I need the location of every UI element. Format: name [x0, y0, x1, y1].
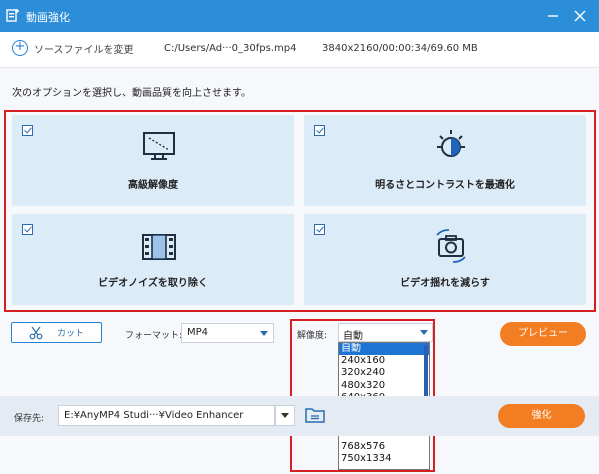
stabilize-label: ビデオ揺れを減らす	[400, 278, 490, 289]
option-brightness[interactable]: 明るさとコントラストを最適化	[304, 115, 586, 206]
monitor-upscale-icon	[143, 132, 175, 160]
brightness-icon	[437, 130, 465, 157]
upscale-label: 高級解像度	[128, 180, 178, 191]
film-strip-icon	[142, 234, 176, 260]
chevron-down-icon	[260, 331, 268, 336]
chevron-down-icon	[281, 413, 289, 418]
resolution-option[interactable]: 768x576	[339, 441, 429, 453]
save-path-dropdown[interactable]	[275, 405, 295, 426]
cut-button[interactable]: カット	[11, 322, 102, 343]
upscale-checkbox[interactable]	[22, 125, 33, 136]
stabilize-checkbox[interactable]	[314, 224, 325, 235]
resolution-select[interactable]: 自動	[338, 323, 433, 342]
save-path-value: E:¥AnyMP4 Studi···¥Video Enhancer	[64, 410, 244, 421]
save-location-label: 保存先:	[14, 414, 45, 424]
option-denoise[interactable]: ビデオノイズを取り除く	[12, 214, 294, 305]
resolution-option[interactable]: 320x240	[339, 367, 429, 379]
option-stabilize[interactable]: ビデオ揺れを減らす	[304, 214, 586, 305]
window-title: 動画強化	[26, 11, 70, 24]
preview-button[interactable]: プレビュー	[500, 322, 586, 346]
file-info: 3840x2160/00:00:34/69.60 MB	[322, 43, 478, 54]
brightness-label: 明るさとコントラストを最適化	[375, 180, 515, 191]
enhance-button[interactable]: 強化	[498, 404, 585, 428]
title-bar: 動画強化	[0, 0, 599, 32]
open-folder-icon[interactable]	[305, 406, 325, 424]
app-icon	[6, 9, 19, 22]
format-label: フォーマット:	[125, 331, 183, 341]
close-icon[interactable]	[570, 6, 590, 26]
resolution-label: 解像度:	[297, 331, 328, 341]
camera-rotate-icon	[436, 229, 466, 263]
option-upscale[interactable]: 高級解像度	[12, 115, 294, 206]
change-source-button[interactable]: + ソースファイルを変更	[12, 40, 134, 56]
brightness-checkbox[interactable]	[314, 125, 325, 136]
file-path: C:/Users/Ad···0_30fps.mp4	[164, 43, 297, 54]
scissors-icon	[29, 326, 43, 339]
chevron-down-icon	[420, 330, 428, 335]
plus-circle-icon: +	[12, 40, 28, 56]
save-path-field[interactable]: E:¥AnyMP4 Studi···¥Video Enhancer	[58, 405, 275, 426]
change-source-label: ソースファイルを変更	[34, 44, 134, 56]
resolution-option[interactable]: 自動	[339, 343, 429, 356]
denoise-checkbox[interactable]	[22, 224, 33, 235]
denoise-label: ビデオノイズを取り除く	[98, 278, 208, 289]
resolution-option[interactable]: 240x160	[339, 355, 429, 367]
resolution-option[interactable]: 750x1334	[339, 453, 429, 465]
resolution-value: 自動	[343, 331, 363, 342]
cut-label: カット	[56, 329, 84, 339]
resolution-option[interactable]: 480x320	[339, 380, 429, 392]
enhance-window: 動画強化 + ソースファイルを変更 C:/Users/Ad···0_30fps.…	[0, 0, 599, 474]
file-bar: + ソースファイルを変更 C:/Users/Ad···0_30fps.mp4 3…	[0, 32, 599, 68]
format-value: MP4	[187, 327, 209, 338]
instruction-text: 次のオプションを選択し、動画品質を向上させます。	[12, 88, 251, 99]
minimize-icon[interactable]	[543, 6, 563, 26]
